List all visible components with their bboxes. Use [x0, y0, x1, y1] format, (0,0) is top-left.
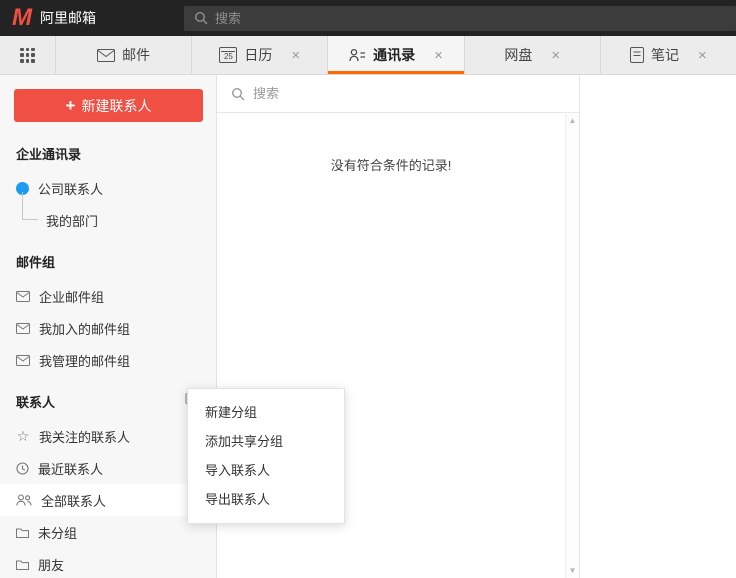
contact-detail-panel	[580, 75, 736, 578]
people-icon	[16, 494, 32, 506]
sidebar-item-label: 朋友	[38, 555, 64, 574]
sidebar-item-all-contacts[interactable]: 全部联系人	[0, 484, 216, 516]
sidebar-item-label: 未分组	[38, 523, 77, 542]
apps-grid-icon	[20, 48, 35, 63]
sidebar-item-ungrouped[interactable]: 未分组	[0, 516, 216, 548]
sidebar-item-label: 公司联系人	[38, 179, 103, 198]
menu-item-import-contacts[interactable]: 导入联系人	[188, 456, 344, 485]
scroll-down-icon[interactable]: ▼	[569, 567, 577, 575]
tab-calendar[interactable]: 25 日历 ×	[192, 36, 328, 74]
contacts-search-input[interactable]	[253, 86, 579, 101]
mailgroup-icon	[16, 323, 30, 334]
menu-item-export-contacts[interactable]: 导出联系人	[188, 485, 344, 514]
group-folder-icon	[16, 559, 29, 570]
tab-contacts-label: 通讯录	[373, 45, 415, 65]
tab-calendar-close-icon[interactable]: ×	[291, 48, 300, 63]
calendar-icon: 25	[219, 47, 237, 63]
tabbar: 邮件 25 日历 × 通讯录 × 网盘 ×	[0, 36, 736, 75]
tab-drive[interactable]: 网盘 ×	[465, 36, 601, 74]
sidebar-item-joined-mailgroups[interactable]: 我加入的邮件组	[0, 312, 216, 344]
search-icon	[194, 11, 208, 25]
global-search-input[interactable]	[215, 11, 726, 26]
sidebar-item-label: 企业邮件组	[39, 287, 104, 306]
contacts-section-header: 联系人	[0, 376, 216, 420]
list-scrollbar[interactable]: ▲ ▼	[565, 114, 579, 578]
tab-calendar-label: 日历	[244, 45, 272, 65]
new-contact-label: 新建联系人	[81, 96, 151, 116]
global-search-box[interactable]	[184, 6, 736, 31]
note-icon	[630, 47, 644, 63]
clock-icon	[16, 462, 29, 475]
sidebar: + 新建联系人 企业通讯录 公司联系人 我的部门 邮件组 企业邮件组	[0, 75, 217, 578]
section-title-mailgroups: 邮件组	[0, 236, 216, 280]
app-title: 阿里邮箱	[40, 8, 96, 28]
sidebar-item-label: 我的部门	[46, 211, 98, 230]
menu-item-add-shared-group[interactable]: 添加共享分组	[188, 427, 344, 456]
topbar: M 阿里邮箱	[0, 0, 736, 36]
tab-contacts-close-icon[interactable]: ×	[434, 48, 443, 63]
scroll-up-icon[interactable]: ▲	[569, 117, 577, 125]
sidebar-item-enterprise-mailgroup[interactable]: 企业邮件组	[0, 280, 216, 312]
alimail-app: M 阿里邮箱 邮件 25 日历 ×	[0, 0, 736, 578]
sidebar-item-friends[interactable]: 朋友	[0, 548, 216, 578]
tab-mail-label: 邮件	[122, 45, 150, 65]
tab-contacts[interactable]: 通讯录 ×	[328, 36, 464, 74]
sidebar-item-label: 全部联系人	[41, 491, 106, 510]
tab-drive-label: 网盘	[504, 45, 532, 65]
tab-notes-close-icon[interactable]: ×	[698, 48, 707, 63]
mailgroup-icon	[16, 291, 30, 302]
sidebar-item-recent-contacts[interactable]: 最近联系人	[0, 452, 216, 484]
alimail-logo-icon: M	[12, 0, 32, 36]
contacts-search-box[interactable]	[217, 75, 579, 113]
mail-icon	[97, 49, 115, 62]
sidebar-item-managed-mailgroups[interactable]: 我管理的邮件组	[0, 344, 216, 376]
tab-drive-close-icon[interactable]: ×	[551, 48, 560, 63]
menu-item-new-group[interactable]: 新建分组	[188, 398, 344, 427]
star-icon: ☆	[16, 429, 30, 443]
content-area: + 新建联系人 企业通讯录 公司联系人 我的部门 邮件组 企业邮件组	[0, 75, 736, 578]
contacts-group-context-menu: 新建分组 添加共享分组 导入联系人 导出联系人	[187, 388, 345, 524]
sidebar-item-starred-contacts[interactable]: ☆ 我关注的联系人	[0, 420, 216, 452]
sidebar-item-label: 我关注的联系人	[39, 427, 130, 446]
group-folder-icon	[16, 527, 29, 538]
section-title-enterprise: 企业通讯录	[0, 128, 216, 172]
search-icon	[231, 87, 245, 101]
sidebar-item-label: 最近联系人	[38, 459, 103, 478]
sidebar-item-my-department[interactable]: 我的部门	[0, 204, 216, 236]
section-title-contacts: 联系人	[0, 376, 55, 420]
apps-grid-button[interactable]	[0, 36, 56, 74]
plus-icon: +	[66, 97, 76, 114]
calendar-day-badge: 25	[224, 52, 233, 61]
empty-results-message: 没有符合条件的记录!	[217, 155, 579, 174]
contacts-icon	[349, 48, 366, 62]
sidebar-item-label: 我管理的邮件组	[39, 351, 130, 370]
tab-mail[interactable]: 邮件	[56, 36, 192, 74]
sidebar-item-label: 我加入的邮件组	[39, 319, 130, 338]
tab-notes-label: 笔记	[651, 45, 679, 65]
tab-notes[interactable]: 笔记 ×	[601, 36, 736, 74]
new-contact-button[interactable]: + 新建联系人	[14, 89, 203, 122]
tree-connector-line	[22, 192, 38, 220]
mailgroup-icon	[16, 355, 30, 366]
